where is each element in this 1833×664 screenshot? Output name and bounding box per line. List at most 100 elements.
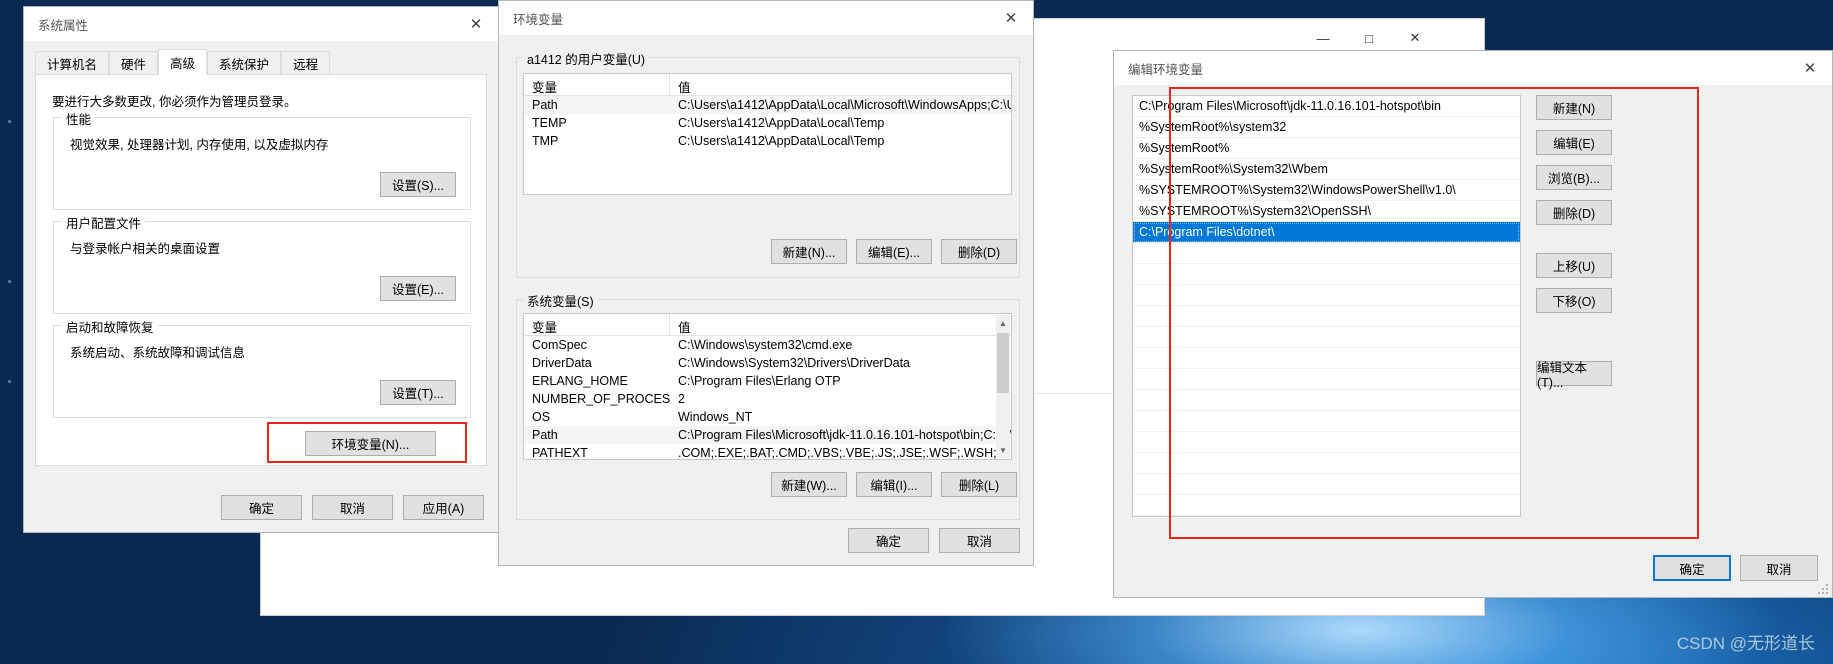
table-row[interactable]: ERLANG_HOME C:\Program Files\Erlang OTP (524, 372, 1011, 390)
user-delete-button[interactable]: 删除(D) (941, 239, 1017, 264)
desktop-icon-dot (8, 120, 11, 123)
table-header: 变量 值 (524, 74, 1011, 96)
cancel-button[interactable]: 取消 (312, 495, 393, 520)
desktop-icon-dot (8, 380, 11, 383)
cell-variable: TEMP (532, 116, 567, 130)
ok-button[interactable]: 确定 (848, 528, 929, 553)
user-profiles-group: 用户配置文件 与登录帐户相关的桌面设置 设置(E)... (53, 213, 471, 314)
cell-value: 2 (678, 392, 685, 406)
table-row[interactable]: DriverData C:\Windows\System32\Drivers\D… (524, 354, 1011, 372)
system-edit-button[interactable]: 编辑(I)... (856, 472, 932, 497)
minimize-icon: — (1316, 30, 1330, 46)
startup-recovery-group: 启动和故障恢复 系统启动、系统故障和调试信息 设置(T)... (53, 317, 471, 418)
tab-computer-name[interactable]: 计算机名 (35, 51, 110, 75)
system-new-button[interactable]: 新建(W)... (771, 472, 847, 497)
cell-value: C:\Windows\System32\Drivers\DriverData (678, 356, 910, 370)
cancel-button[interactable]: 取消 (1740, 555, 1818, 581)
tab-advanced[interactable]: 高级 (158, 49, 208, 75)
resize-grip-icon[interactable] (1818, 584, 1828, 594)
table-row[interactable]: ComSpec C:\Windows\system32\cmd.exe (524, 336, 1011, 354)
cell-variable: ERLANG_HOME (532, 374, 628, 388)
close-icon: ✕ (469, 16, 483, 33)
path-list-highlight-annotation (1169, 87, 1699, 539)
ok-button[interactable]: 确定 (221, 495, 302, 520)
system-variables-scrollbar[interactable]: ▲ ▼ (996, 315, 1010, 458)
cell-value: Windows_NT (678, 410, 753, 424)
user-profiles-group-label: 用户配置文件 (62, 213, 146, 232)
tab-remote[interactable]: 远程 (281, 51, 331, 75)
table-header: 变量 值 (524, 314, 1011, 336)
column-header-variable: 变量 (524, 314, 670, 335)
environment-variables-button[interactable]: 环境变量(N)... (305, 431, 436, 456)
desktop-icon-dot (8, 280, 11, 283)
maximize-icon: □ (1365, 30, 1373, 46)
user-variables-buttons: 新建(N)... 编辑(E)... 删除(D) (771, 239, 1017, 264)
edit-environment-variable-dialog[interactable]: 编辑环境变量 ✕ C:\Program Files\Microsoft\jdk-… (1113, 50, 1833, 598)
user-edit-button[interactable]: 编辑(E)... (856, 239, 932, 264)
table-row-path-selected[interactable]: Path C:\Program Files\Microsoft\jdk-11.0… (524, 426, 1011, 444)
tab-system-protection[interactable]: 系统保护 (207, 51, 282, 75)
edit-environment-variable-footer: 确定 取消 (1653, 555, 1818, 581)
column-header-value: 值 (678, 81, 691, 95)
cell-value: C:\Users\a1412\AppData\Local\Temp (678, 134, 885, 148)
environment-variables-titlebar[interactable]: 环境变量 ✕ (499, 1, 1033, 35)
apply-button[interactable]: 应用(A) (403, 495, 484, 520)
cell-variable: NUMBER_OF_PROCESSORS (532, 392, 670, 406)
ok-button[interactable]: 确定 (1653, 555, 1731, 581)
edit-environment-variable-titlebar[interactable]: 编辑环境变量 ✕ (1114, 51, 1832, 85)
cell-variable: OS (532, 410, 551, 424)
cell-value: .COM;.EXE;.BAT;.CMD;.VBS;.VBE;.JS;.JSE;.… (678, 446, 1011, 460)
system-variables-group-label: 系统变量(S) (523, 291, 598, 310)
system-variables-buttons: 新建(W)... 编辑(I)... 删除(L) (771, 472, 1017, 497)
close-button[interactable]: ✕ (454, 7, 498, 41)
cell-variable: PATHEXT (532, 446, 588, 460)
cell-value: C:\Windows\system32\cmd.exe (678, 338, 853, 352)
performance-group-text: 视觉效果, 处理器计划, 内存使用, 以及虚拟内存 (70, 138, 329, 152)
user-profiles-settings-button[interactable]: 设置(E)... (380, 276, 456, 301)
system-delete-button[interactable]: 删除(L) (941, 472, 1017, 497)
tab-hardware[interactable]: 硬件 (109, 51, 159, 75)
performance-group-label: 性能 (62, 109, 96, 128)
environment-variables-dialog[interactable]: 环境变量 ✕ a1412 的用户变量(U) 变量 值 Path C:\Users… (498, 0, 1034, 566)
table-row[interactable]: OS Windows_NT (524, 408, 1011, 426)
system-properties-titlebar[interactable]: 系统属性 ✕ (24, 7, 498, 41)
system-properties-dialog[interactable]: 系统属性 ✕ 计算机名 硬件 高级 系统保护 远程 要进行大多数更改, 你必须作… (23, 6, 499, 533)
user-profiles-group-text: 与登录帐户相关的桌面设置 (70, 242, 221, 256)
watermark-text: CSDN @无形道长 (1676, 634, 1815, 653)
cell-variable: DriverData (532, 356, 592, 370)
table-row[interactable]: TEMP C:\Users\a1412\AppData\Local\Temp (524, 114, 1011, 132)
cell-value: C:\Users\a1412\AppData\Local\Microsoft\W… (678, 98, 1011, 112)
column-header-variable: 变量 (524, 74, 670, 95)
performance-group: 性能 视觉效果, 处理器计划, 内存使用, 以及虚拟内存 设置(S)... (53, 109, 471, 210)
startup-recovery-settings-button[interactable]: 设置(T)... (380, 380, 456, 405)
cancel-button[interactable]: 取消 (939, 528, 1020, 553)
system-variables-table[interactable]: 变量 值 ComSpec C:\Windows\system32\cmd.exe… (523, 313, 1012, 460)
system-properties-footer: 确定 取消 应用(A) (24, 495, 484, 520)
table-row[interactable]: NUMBER_OF_PROCESSORS 2 (524, 390, 1011, 408)
user-variables-group-label: a1412 的用户变量(U) (523, 49, 650, 68)
dialog-title: 系统属性 (38, 18, 89, 33)
user-new-button[interactable]: 新建(N)... (771, 239, 847, 264)
system-properties-tabs[interactable]: 计算机名 硬件 高级 系统保护 远程 (35, 49, 487, 75)
scroll-up-icon[interactable]: ▲ (996, 315, 1010, 331)
table-row[interactable]: TMP C:\Users\a1412\AppData\Local\Temp (524, 132, 1011, 150)
close-icon: ✕ (1803, 60, 1817, 77)
scroll-down-icon[interactable]: ▼ (996, 442, 1010, 458)
admin-notice-text: 要进行大多数更改, 你必须作为管理员登录。 (52, 95, 297, 109)
cell-value: C:\Program Files\Erlang OTP (678, 374, 841, 388)
cell-variable: ComSpec (532, 338, 587, 352)
scrollbar-thumb[interactable] (997, 333, 1009, 393)
performance-settings-button[interactable]: 设置(S)... (380, 172, 456, 197)
table-row[interactable]: Path C:\Users\a1412\AppData\Local\Micros… (524, 96, 1011, 114)
cell-variable: Path (532, 428, 558, 442)
user-variables-table[interactable]: 变量 值 Path C:\Users\a1412\AppData\Local\M… (523, 73, 1012, 195)
table-row[interactable]: PATHEXT .COM;.EXE;.BAT;.CMD;.VBS;.VBE;.J… (524, 444, 1011, 460)
close-icon: ✕ (1409, 30, 1421, 45)
dialog-title: 环境变量 (513, 12, 564, 27)
cell-variable: Path (532, 98, 558, 112)
cell-value: C:\Program Files\Microsoft\jdk-11.0.16.1… (678, 428, 1011, 442)
startup-recovery-group-text: 系统启动、系统故障和调试信息 (70, 346, 246, 360)
close-button[interactable]: ✕ (989, 1, 1033, 35)
cell-variable: TMP (532, 134, 559, 148)
close-button[interactable]: ✕ (1788, 51, 1832, 85)
